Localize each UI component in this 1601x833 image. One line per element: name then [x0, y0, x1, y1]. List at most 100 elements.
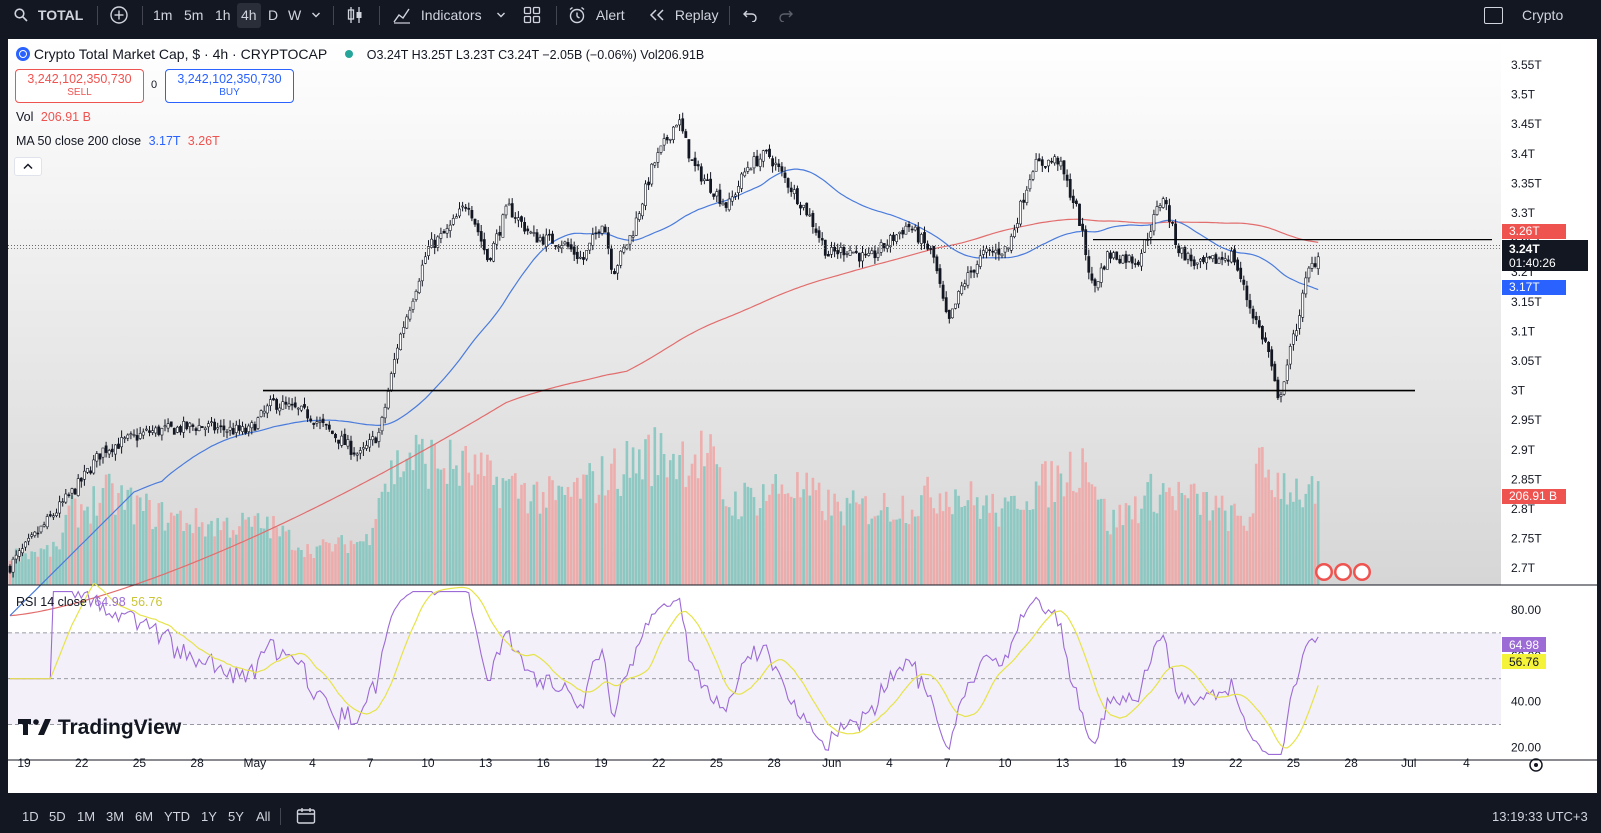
candle-body	[219, 425, 223, 428]
volume-bar	[678, 455, 681, 585]
candle-body	[1239, 267, 1243, 280]
interval-4h[interactable]: 4h	[237, 3, 261, 28]
ma-legend: MA 50 close 200 close 3.17T 3.26T	[16, 134, 220, 148]
range-ytd[interactable]: YTD	[164, 800, 190, 833]
range-6m[interactable]: 6M	[135, 800, 153, 833]
sell-button[interactable]: 3,242,102,350,730 SELL	[15, 69, 144, 103]
candle-body	[647, 181, 651, 186]
redo-icon	[779, 10, 793, 23]
buy-button[interactable]: 3,242,102,350,730 BUY	[165, 69, 294, 103]
volume-bar	[557, 485, 560, 585]
volume-bar	[111, 483, 114, 585]
candle-body	[1059, 160, 1063, 167]
chart-type-button[interactable]	[346, 0, 364, 31]
fullscreen-toggle[interactable]	[1484, 7, 1503, 24]
candle-body	[176, 426, 179, 433]
collapse-legend-button[interactable]	[14, 157, 42, 176]
spread-value: 0	[151, 79, 158, 91]
range-1y[interactable]: 1Y	[201, 800, 217, 833]
indicators-dropdown[interactable]	[496, 0, 506, 31]
volume-bar	[1155, 513, 1159, 585]
candle-body	[1205, 256, 1209, 264]
candle-body	[241, 426, 244, 432]
candle-body	[783, 172, 787, 178]
candle-body	[693, 157, 697, 166]
range-1m[interactable]: 1M	[77, 800, 95, 833]
event-flag-icon-inner	[1355, 565, 1369, 579]
volume-bar	[1025, 501, 1029, 585]
interval-w[interactable]: W	[288, 0, 301, 31]
range-1d[interactable]: 1D	[22, 800, 39, 833]
range-5y[interactable]: 5Y	[228, 800, 244, 833]
range-5d[interactable]: 5D	[49, 800, 66, 833]
volume-bar	[1267, 469, 1270, 585]
candle-body	[48, 514, 52, 517]
time-tick-label: 13	[479, 756, 493, 770]
candle-body	[659, 145, 663, 153]
candle-body	[727, 198, 731, 211]
volume-bar	[910, 509, 914, 585]
candle-body	[1208, 256, 1212, 259]
compare-button[interactable]	[110, 0, 128, 31]
candle-body	[1093, 279, 1097, 286]
volume-bar	[169, 512, 173, 585]
volume-bar	[1143, 495, 1146, 585]
volume-bar	[123, 509, 126, 585]
volume-bar	[1227, 531, 1230, 585]
undo-button[interactable]	[742, 0, 758, 31]
candle-body	[454, 216, 458, 219]
interval-1h[interactable]: 1h	[215, 0, 231, 31]
volume-bar	[848, 503, 852, 585]
candle-body	[560, 245, 564, 249]
candle-body	[275, 399, 279, 410]
volume-bar	[114, 514, 117, 585]
volume-bar	[321, 539, 325, 585]
chart-settings-button[interactable]	[1526, 755, 1546, 775]
volume-bar	[52, 541, 55, 585]
alert-button[interactable]: Alert	[568, 0, 625, 31]
symbol-search[interactable]: TOTAL	[14, 0, 83, 31]
volume-bar	[932, 508, 936, 585]
candle-body	[1295, 330, 1298, 337]
volume-bar	[824, 520, 827, 585]
candle-body	[110, 448, 114, 453]
candle-body	[148, 430, 151, 433]
volume-bar	[479, 452, 483, 585]
volume-bar	[287, 529, 291, 585]
candle-body	[386, 391, 390, 409]
volume-bar	[1230, 505, 1233, 585]
candle-body	[1214, 254, 1218, 264]
interval-5m[interactable]: 5m	[184, 0, 203, 31]
range-all[interactable]: All	[256, 800, 270, 833]
volume-bar	[64, 514, 68, 585]
interval-1m[interactable]: 1m	[153, 0, 172, 31]
volume-bar	[1112, 509, 1115, 585]
volume-bar	[1295, 478, 1298, 585]
interval-d[interactable]: D	[268, 0, 278, 31]
layout-button[interactable]	[523, 0, 541, 31]
candle-body	[904, 225, 908, 235]
indicators-button[interactable]: Indicators	[393, 0, 482, 31]
chart-area[interactable]: 3.55T3.5T3.45T3.4T3.35T3.3T3.25T3.2T3.15…	[8, 39, 1597, 793]
candle-body	[507, 203, 511, 206]
volume-bar	[1006, 501, 1010, 585]
replay-button[interactable]: Replay	[648, 0, 718, 31]
volume-bar	[256, 513, 260, 585]
volume-bar	[1121, 525, 1125, 585]
candle-body	[600, 225, 604, 234]
redo-button[interactable]	[778, 0, 794, 31]
volume-bar	[929, 497, 932, 585]
candle-body	[808, 214, 812, 217]
candle-body	[1316, 256, 1320, 270]
volume-bar	[603, 495, 607, 585]
interval-dropdown[interactable]	[311, 0, 321, 31]
volume-bar	[340, 535, 343, 585]
chart-canvas[interactable]: 3.55T3.5T3.45T3.4T3.35T3.3T3.25T3.2T3.15…	[8, 39, 1597, 793]
volume-bar	[1220, 495, 1224, 585]
volume-bar	[1053, 502, 1056, 585]
volume-bar	[740, 516, 743, 585]
candle-body	[262, 410, 266, 414]
date-range-button[interactable]	[296, 807, 316, 828]
range-3m[interactable]: 3M	[106, 800, 124, 833]
candle-body	[138, 433, 142, 439]
